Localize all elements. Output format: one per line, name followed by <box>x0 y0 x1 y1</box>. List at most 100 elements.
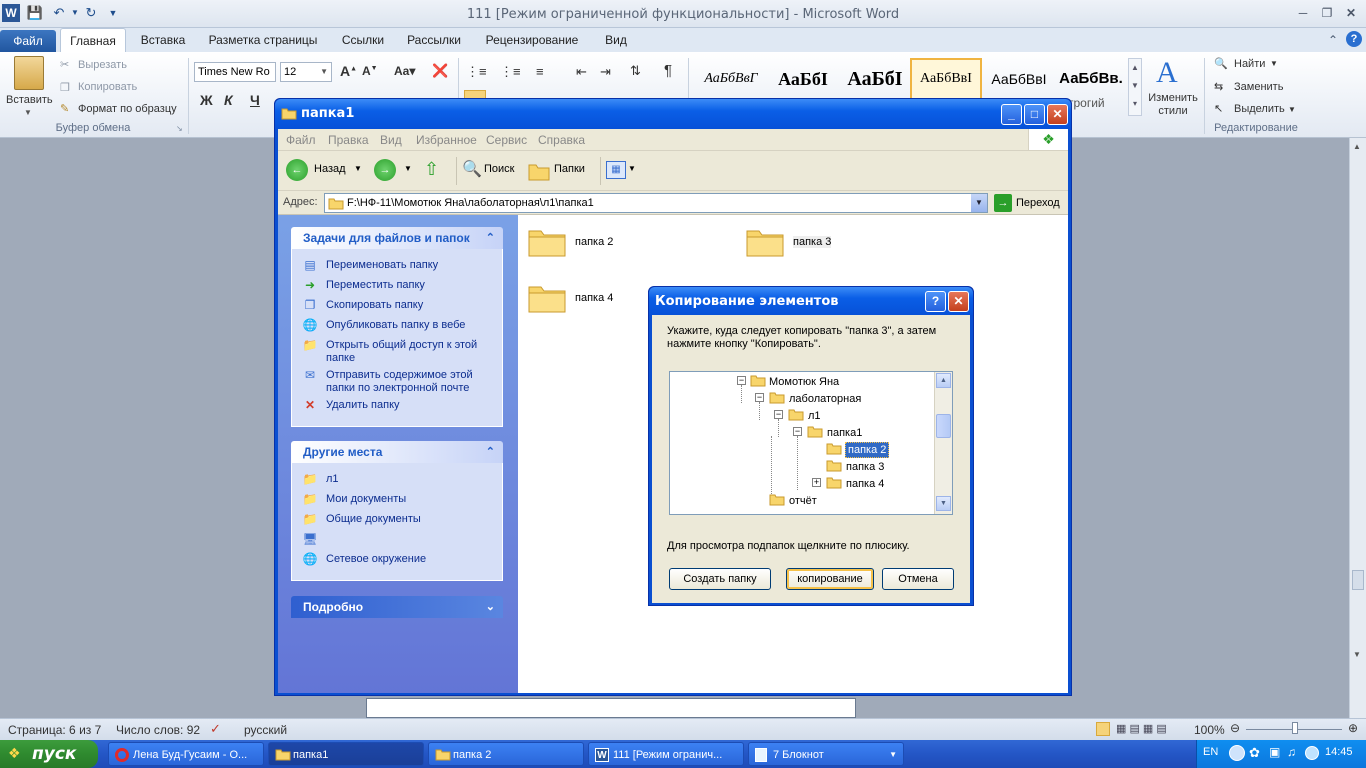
clear-formatting-icon[interactable]: ❌ <box>432 63 448 79</box>
view-buttons-icon[interactable]: ▦ ▤ ▦ ▤ <box>1116 722 1167 735</box>
tab-mailings[interactable]: Рассылки <box>400 28 468 52</box>
folders-icon[interactable] <box>528 161 550 181</box>
help-icon[interactable]: ? <box>1346 31 1362 47</box>
expand-icon[interactable]: ⌄ <box>486 596 495 618</box>
bullets-icon[interactable]: ⋮≡ <box>466 64 487 80</box>
tree-item-momotyuk[interactable]: Момотюк Яна <box>769 375 839 389</box>
details-panel-header[interactable]: Подробно ⌄ <box>291 596 503 618</box>
scroll-up-icon[interactable]: ▲ <box>936 373 951 388</box>
grow-font-icon[interactable]: A▲ <box>340 63 357 79</box>
style-heading-1[interactable]: АаБбI <box>840 58 910 100</box>
volume-icon[interactable]: ♫ <box>1287 745 1296 759</box>
style-normal[interactable]: АаБбВвГ <box>696 58 766 100</box>
menu-tools[interactable]: Сервис <box>486 133 527 147</box>
search-icon[interactable]: 🔍 <box>462 159 482 179</box>
collapse-icon[interactable]: ⌃ <box>486 227 495 249</box>
restore-icon[interactable]: ❐ <box>1314 4 1340 22</box>
italic-button[interactable]: К <box>224 92 233 108</box>
numbering-icon[interactable]: ⋮≡ <box>500 64 521 80</box>
change-styles-button[interactable]: Изменить стили <box>1140 92 1206 118</box>
dialog-launcher-icon[interactable]: ↘ <box>176 124 183 133</box>
menu-view[interactable]: Вид <box>380 133 402 147</box>
tab-references[interactable]: Ссылки <box>334 28 392 52</box>
address-field[interactable]: F:\НФ-11\Момотюк Яна\лаболаторная\л1\пап… <box>324 193 988 213</box>
scroll-up-icon[interactable]: ▲ <box>1353 142 1361 151</box>
taskbar-item-word[interactable]: W 111 [Режим огранич... <box>588 742 744 766</box>
tree-item-papka2-selected[interactable]: папка 2 <box>845 442 890 458</box>
proofing-icon[interactable]: ✓ <box>210 721 221 737</box>
sort-icon[interactable]: ⇅ <box>630 63 641 79</box>
collapse-icon[interactable]: − <box>737 376 746 385</box>
up-folder-icon[interactable]: ⇧ <box>424 159 439 180</box>
close-icon[interactable]: ✕ <box>948 291 969 312</box>
folder-tree[interactable]: − Момотюк Яна − лаболаторная − л1 − папк… <box>669 371 953 515</box>
tab-file[interactable]: Файл <box>0 30 56 52</box>
scroll-thumb[interactable] <box>1352 570 1364 590</box>
shrink-font-icon[interactable]: A▼ <box>362 64 378 78</box>
replace-button[interactable]: Заменить <box>1234 81 1283 93</box>
collapse-icon[interactable]: − <box>755 393 764 402</box>
underline-button[interactable]: Ч <box>250 92 260 108</box>
paste-dropdown-icon[interactable]: ▼ <box>24 108 32 117</box>
tab-page-layout[interactable]: Разметка страницы <box>200 28 326 52</box>
tree-item-papka3[interactable]: папка 3 <box>846 460 884 474</box>
go-arrow-icon[interactable]: → <box>994 194 1012 212</box>
new-folder-button[interactable]: Создать папку <box>669 568 771 590</box>
views-dropdown-icon[interactable]: ▼ <box>628 164 636 173</box>
tree-item-report[interactable]: отчёт <box>789 494 817 508</box>
start-button[interactable]: ❖ пуск <box>0 740 98 768</box>
find-button[interactable]: Найти <box>1234 58 1265 70</box>
format-painter-icon[interactable]: ✎ <box>60 102 69 115</box>
forward-dropdown-icon[interactable]: ▼ <box>404 164 412 173</box>
views-icon[interactable]: ▦ <box>606 161 626 179</box>
minimize-ribbon-icon[interactable]: ⌃ <box>1328 33 1338 47</box>
minimize-icon[interactable]: _ <box>1001 104 1022 125</box>
scroll-down-icon[interactable]: ▼ <box>1353 650 1361 659</box>
paste-button[interactable]: Вставить <box>6 94 53 106</box>
paste-icon[interactable] <box>14 56 44 90</box>
tree-item-papka4[interactable]: папка 4 <box>846 477 884 491</box>
taskbar-item-papka2[interactable]: папка 2 <box>428 742 584 766</box>
font-size-field[interactable]: 12 ▼ <box>280 62 332 82</box>
collapse-icon[interactable]: ⌃ <box>486 441 495 463</box>
copy-icon[interactable]: ❐ <box>60 81 70 94</box>
search-button[interactable]: Поиск <box>484 163 514 175</box>
expand-icon[interactable]: + <box>812 478 821 487</box>
language-indicator[interactable]: EN <box>1203 746 1218 758</box>
tab-view[interactable]: Вид <box>596 28 636 52</box>
cut-icon[interactable]: ✂ <box>60 58 69 71</box>
cancel-button[interactable]: Отмена <box>882 568 954 590</box>
collapse-icon[interactable]: − <box>774 410 783 419</box>
tasks-panel-header[interactable]: Задачи для файлов и папок ⌃ <box>291 227 503 249</box>
close-icon[interactable]: ✕ <box>1338 4 1364 22</box>
page-count[interactable]: Страница: 6 из 7 <box>8 723 101 737</box>
style-subtitle[interactable]: АаБбВв. <box>1056 58 1126 100</box>
close-icon[interactable]: ✕ <box>1047 104 1068 125</box>
change-case-icon[interactable]: Aa▾ <box>394 64 415 78</box>
go-button[interactable]: Переход <box>1016 197 1060 209</box>
explorer-title-bar[interactable]: папка1 _ □ ✕ <box>275 99 1071 129</box>
taskbar-item-papka1[interactable]: папка1 <box>268 742 424 766</box>
multilevel-list-icon[interactable]: ≡ <box>536 64 544 79</box>
back-dropdown-icon[interactable]: ▼ <box>354 164 362 173</box>
show-marks-icon[interactable]: ¶ <box>664 62 672 79</box>
select-icon[interactable]: ↖ <box>1214 102 1223 115</box>
tab-review[interactable]: Рецензирование <box>476 28 588 52</box>
copy-button[interactable]: копирование <box>786 568 874 590</box>
find-icon[interactable]: 🔍 <box>1214 57 1228 70</box>
menu-favorites[interactable]: Избранное <box>416 133 477 147</box>
zoom-in-icon[interactable]: ⊕ <box>1348 721 1358 735</box>
scroll-thumb[interactable] <box>936 414 951 438</box>
tab-insert[interactable]: Вставка <box>134 28 192 52</box>
select-dropdown-icon[interactable]: ▼ <box>1288 105 1296 114</box>
antivirus-icon[interactable]: ✿ <box>1249 745 1260 761</box>
bold-button[interactable]: Ж <box>200 92 213 108</box>
menu-help[interactable]: Справка <box>538 133 585 147</box>
folder-item[interactable]: папка 4 <box>528 281 613 316</box>
vertical-scrollbar[interactable]: ▲ ▼ <box>1349 138 1366 718</box>
style-no-spacing[interactable]: АаБбI <box>768 58 838 100</box>
style-title[interactable]: АаБбВвI <box>984 58 1054 100</box>
forward-arrow-icon[interactable]: → <box>374 159 396 181</box>
dialog-title-bar[interactable]: Копирование элементов ? ✕ <box>649 287 973 315</box>
copy-button[interactable]: Копировать <box>78 81 137 93</box>
